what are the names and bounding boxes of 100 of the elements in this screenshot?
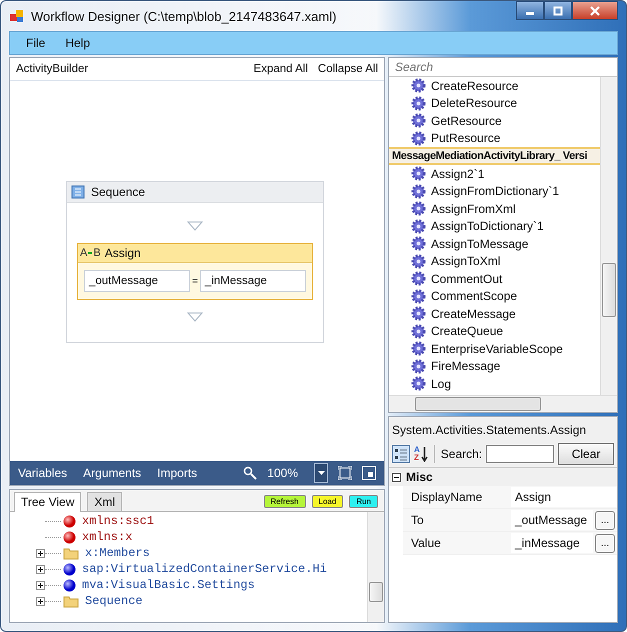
scrollbar[interactable] [367, 512, 384, 622]
gear-icon [411, 324, 426, 339]
toolbox-item[interactable]: DeleteResource [431, 96, 518, 110]
toolbox-item[interactable]: CommentScope [431, 289, 518, 304]
collapse-toggle[interactable] [392, 472, 401, 482]
drop-arrow-icon [187, 221, 203, 231]
tree-node[interactable]: xmlns:x [82, 530, 132, 544]
app-icon [9, 8, 25, 24]
gear-icon [411, 236, 426, 252]
sequence-icon [71, 185, 85, 199]
toolbox-item[interactable]: AssignToDictionary`1 [431, 219, 544, 234]
gear-icon [411, 376, 426, 392]
minimize-button[interactable] [516, 1, 544, 20]
toolbar-button[interactable]: Load [312, 495, 344, 508]
toolbox-item[interactable]: AssignFromXml [431, 202, 516, 216]
designer-tab[interactable]: Arguments [83, 466, 142, 480]
toolbox-item[interactable]: AssignFromDictionary`1 [431, 184, 560, 198]
designer-action-link[interactable]: Collapse All [318, 63, 378, 75]
zoom-dropdown[interactable] [314, 463, 328, 483]
sphere-icon [63, 562, 76, 576]
gear-icon [411, 288, 426, 304]
scrollbar[interactable] [389, 395, 617, 412]
tree-node[interactable]: Sequence [85, 594, 143, 608]
toolbox-item[interactable]: AssignToMessage [431, 236, 528, 251]
selected-type-name: System.Activities.Statements.Assign [389, 417, 617, 441]
gear-icon [411, 341, 426, 356]
sequence-title: Sequence [91, 185, 146, 199]
tree-node[interactable]: mva:VisualBasic.Settings [82, 578, 255, 592]
property-search-field[interactable] [486, 445, 554, 463]
ellipsis-button[interactable]: ... [595, 534, 615, 552]
designer-action-link[interactable]: Expand All [254, 63, 308, 75]
minimize-icon [526, 12, 534, 14]
toolbox-item[interactable]: CreateResource [431, 78, 518, 93]
gear-icon [411, 78, 426, 94]
property-value: Assign [511, 487, 617, 507]
close-button[interactable] [572, 1, 618, 20]
toolbox-item[interactable]: CreateMessage [431, 306, 516, 321]
fit-to-screen-icon[interactable] [338, 466, 352, 480]
maximize-button[interactable] [544, 1, 572, 20]
value-field[interactable]: _inMessage [200, 270, 306, 292]
scrollbar[interactable] [600, 77, 617, 395]
assign-activity[interactable]: A B Assign _outMessage = _inMessage [77, 243, 313, 300]
toolbox-item[interactable]: CommentOut [431, 272, 502, 286]
gear-icon [411, 306, 426, 322]
toolbox-item[interactable]: EnterpriseVariableScope [431, 342, 563, 356]
toolbox-item[interactable]: FireMessage [431, 359, 500, 374]
folder-icon [63, 594, 79, 608]
tree-node[interactable]: xmlns:ssc1 [82, 514, 154, 528]
caret-icon [318, 471, 324, 475]
sequence-activity[interactable]: Sequence A B Assign _outMessage = _inMessage [66, 181, 324, 343]
toolbar-button[interactable]: Refresh [264, 495, 306, 508]
clear-button[interactable]: Clear [558, 443, 614, 465]
expand-toggle[interactable] [36, 564, 45, 574]
sphere-icon [63, 530, 76, 544]
gear-icon [411, 166, 426, 182]
toolbar-button[interactable]: Run [349, 495, 378, 508]
gear-icon [411, 113, 426, 128]
toolbox-item[interactable]: GetResource [431, 114, 502, 128]
designer-tab[interactable]: Variables [18, 466, 68, 480]
gear-icon [411, 271, 426, 286]
expand-toggle[interactable] [36, 596, 45, 606]
property-value-field[interactable]: _outMessage [511, 510, 593, 530]
gear-icon [411, 130, 426, 146]
property-name: DisplayName [410, 490, 484, 504]
gear-icon [411, 218, 426, 234]
close-icon [590, 6, 600, 16]
search-label: Search: [440, 447, 482, 461]
property-name: Value [410, 536, 442, 550]
tree-node[interactable]: sap:VirtualizedContainerService.Hi [82, 562, 327, 576]
toolbox-item[interactable]: PutResource [431, 131, 500, 146]
designer-tab[interactable]: Imports [157, 466, 198, 480]
expand-toggle[interactable] [36, 580, 45, 590]
property-value-field[interactable]: _inMessage [511, 533, 593, 553]
breadcrumb[interactable]: ActivityBuilder [16, 63, 88, 75]
sphere-icon [63, 514, 76, 528]
toolbox-item[interactable]: AssignToXml [431, 254, 500, 268]
categorized-icon[interactable] [392, 445, 410, 463]
expand-toggle[interactable] [36, 548, 45, 558]
gear-icon [411, 201, 426, 216]
category-title: Misc [406, 470, 433, 484]
toolbox-item[interactable]: Log [431, 376, 452, 391]
menu-item[interactable]: Help [55, 36, 100, 50]
ellipsis-button[interactable]: ... [595, 510, 615, 530]
panel-tab[interactable]: Xml [87, 492, 122, 511]
panel-tab[interactable]: Tree View [14, 492, 82, 512]
gear-icon [411, 254, 426, 269]
assign-operator: = [192, 276, 198, 286]
gear-icon [411, 358, 426, 374]
assign-title: Assign [104, 246, 141, 260]
overview-icon[interactable] [362, 466, 376, 480]
toolbox-item[interactable]: CreateQueue [431, 324, 504, 338]
tree-node[interactable]: x:Members [85, 546, 150, 560]
menu-item[interactable]: File [16, 36, 56, 50]
search-icon[interactable] [243, 466, 258, 480]
toolbox-category[interactable]: MessageMediationActivityLibrary_ Versi [389, 147, 600, 165]
drop-arrow-icon [187, 312, 203, 322]
zoom-level: 100% [267, 466, 298, 480]
window-title: Workflow Designer (C:\temp\blob_2147483647.xaml) [31, 8, 336, 24]
toolbox-item[interactable]: Assign2`1 [431, 166, 484, 181]
to-field[interactable]: _outMessage [84, 270, 190, 292]
